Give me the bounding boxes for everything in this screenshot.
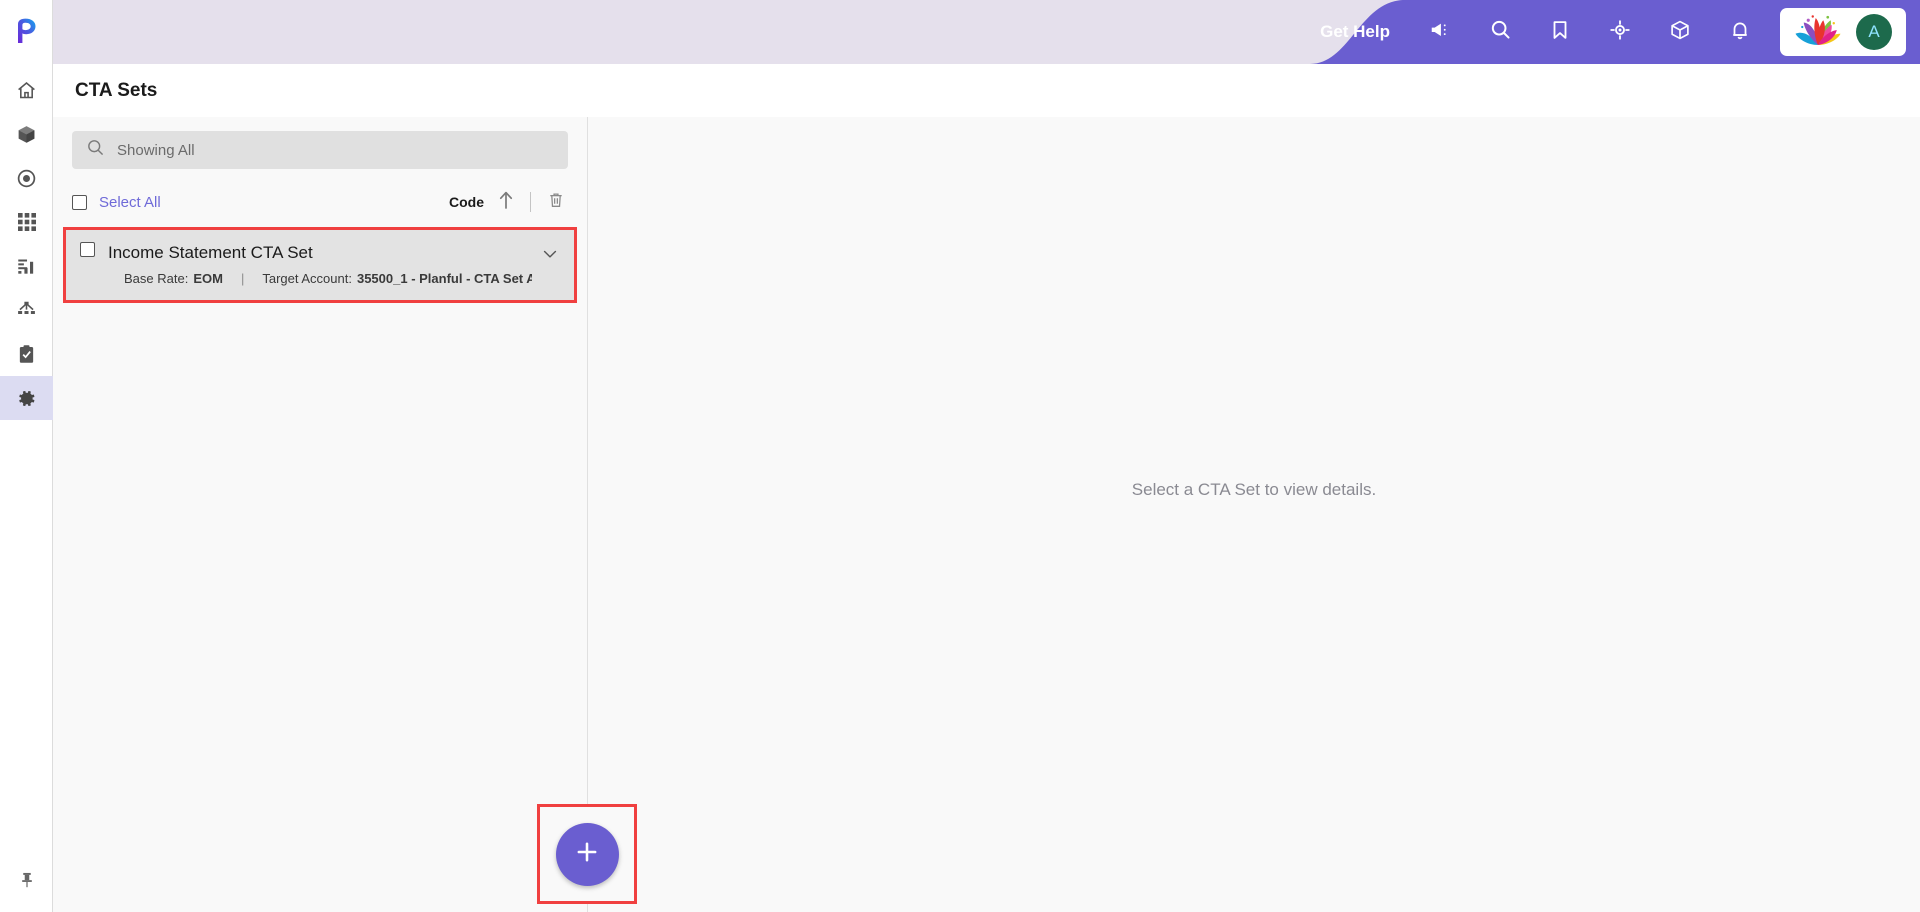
app-root: Get Help A CTA Sets Showing All Select A…: [0, 0, 1920, 912]
left-nav-rail: [0, 0, 53, 912]
detail-empty-message: Select a CTA Set to view details.: [1131, 479, 1377, 499]
list-item-checkbox[interactable]: [80, 242, 95, 257]
cube-icon: [16, 124, 37, 145]
list-item-meta: Base Rate: EOM | Target Account: 35500_1…: [124, 271, 532, 286]
sort-direction-button[interactable]: [498, 190, 514, 215]
toolbar-divider: [530, 192, 531, 212]
sidebar-item-hierarchy[interactable]: [0, 288, 53, 332]
planful-logo[interactable]: [0, 0, 52, 62]
rail-item-list: [0, 62, 53, 420]
list-item-expand-button[interactable]: [540, 244, 560, 269]
target-icon: [16, 168, 37, 189]
highlight-box-list-item: Income Statement CTA Set Base Rate: EOM …: [63, 227, 577, 303]
target-icon: [1609, 19, 1631, 46]
sidebar-item-cube[interactable]: [0, 112, 53, 156]
grid-icon: [17, 212, 37, 232]
announcement-button[interactable]: [1410, 0, 1470, 64]
list-item-title: Income Statement CTA Set: [108, 243, 313, 262]
target-account-label: Target Account:: [262, 271, 352, 286]
avatar[interactable]: A: [1856, 14, 1892, 50]
get-help-button[interactable]: Get Help: [1300, 22, 1410, 42]
clipboard-check-icon: [16, 344, 37, 365]
base-rate-label: Base Rate:: [124, 271, 189, 286]
sidebar-item-tasks[interactable]: [0, 332, 53, 376]
list-toolbar: Select All Code: [53, 185, 587, 219]
page-title: CTA Sets: [75, 79, 158, 101]
cube-button[interactable]: [1650, 0, 1710, 64]
sidebar-item-reports[interactable]: [0, 244, 53, 288]
sidebar-item-grid[interactable]: [0, 200, 53, 244]
announcement-icon: [1429, 19, 1451, 46]
home-icon: [16, 80, 37, 101]
target-account-value: 35500_1 - Planful - CTA Set A...: [356, 271, 532, 286]
trash-icon: [547, 190, 565, 215]
top-bar-actions: Get Help A: [1300, 0, 1920, 64]
delete-button[interactable]: [547, 190, 565, 215]
pin-icon: [18, 870, 36, 895]
brand-account-card: A: [1780, 8, 1906, 56]
notifications-button[interactable]: [1710, 0, 1770, 64]
add-cta-set-button[interactable]: [555, 822, 619, 886]
list-item-body: Income Statement CTA Set Base Rate: EOM …: [108, 242, 532, 286]
select-all-checkbox[interactable]: [72, 194, 87, 210]
search-value: Showing All: [117, 141, 195, 159]
list-item[interactable]: Income Statement CTA Set Base Rate: EOM …: [66, 230, 574, 300]
top-bar: Get Help A: [53, 0, 1920, 64]
highlight-box-add-button: [537, 804, 637, 904]
lotus-logo: [1794, 13, 1842, 52]
bookmark-icon: [1549, 19, 1571, 46]
plus-icon: [573, 838, 601, 871]
pin-rail-button[interactable]: [0, 860, 53, 904]
cta-sets-list-panel: Showing All Select All Code Income State…: [53, 117, 637, 912]
sidebar-item-settings[interactable]: [0, 376, 53, 420]
sidebar-item-target[interactable]: [0, 156, 53, 200]
cube-icon: [1669, 19, 1691, 46]
page-header: CTA Sets: [53, 64, 1920, 117]
base-rate-value: EOM: [193, 271, 223, 286]
bell-icon: [1729, 19, 1751, 46]
bookmark-button[interactable]: [1530, 0, 1590, 64]
search-area: Showing All: [53, 117, 587, 169]
chevron-down-icon: [540, 250, 560, 268]
search-button[interactable]: [1470, 0, 1530, 64]
search-input[interactable]: Showing All: [72, 131, 568, 169]
search-icon: [1489, 18, 1512, 46]
arrow-up-icon: [498, 190, 514, 215]
sidebar-item-home[interactable]: [0, 68, 53, 112]
search-icon: [86, 138, 105, 162]
meta-separator: |: [240, 271, 245, 286]
cta-set-detail-panel: Select a CTA Set to view details.: [588, 117, 1920, 912]
hierarchy-icon: [16, 300, 37, 321]
gear-icon: [16, 388, 37, 409]
target-button[interactable]: [1590, 0, 1650, 64]
select-all-label[interactable]: Select All: [99, 194, 161, 211]
sort-by-code-button[interactable]: Code: [449, 194, 484, 210]
bar-chart-icon: [16, 256, 37, 277]
